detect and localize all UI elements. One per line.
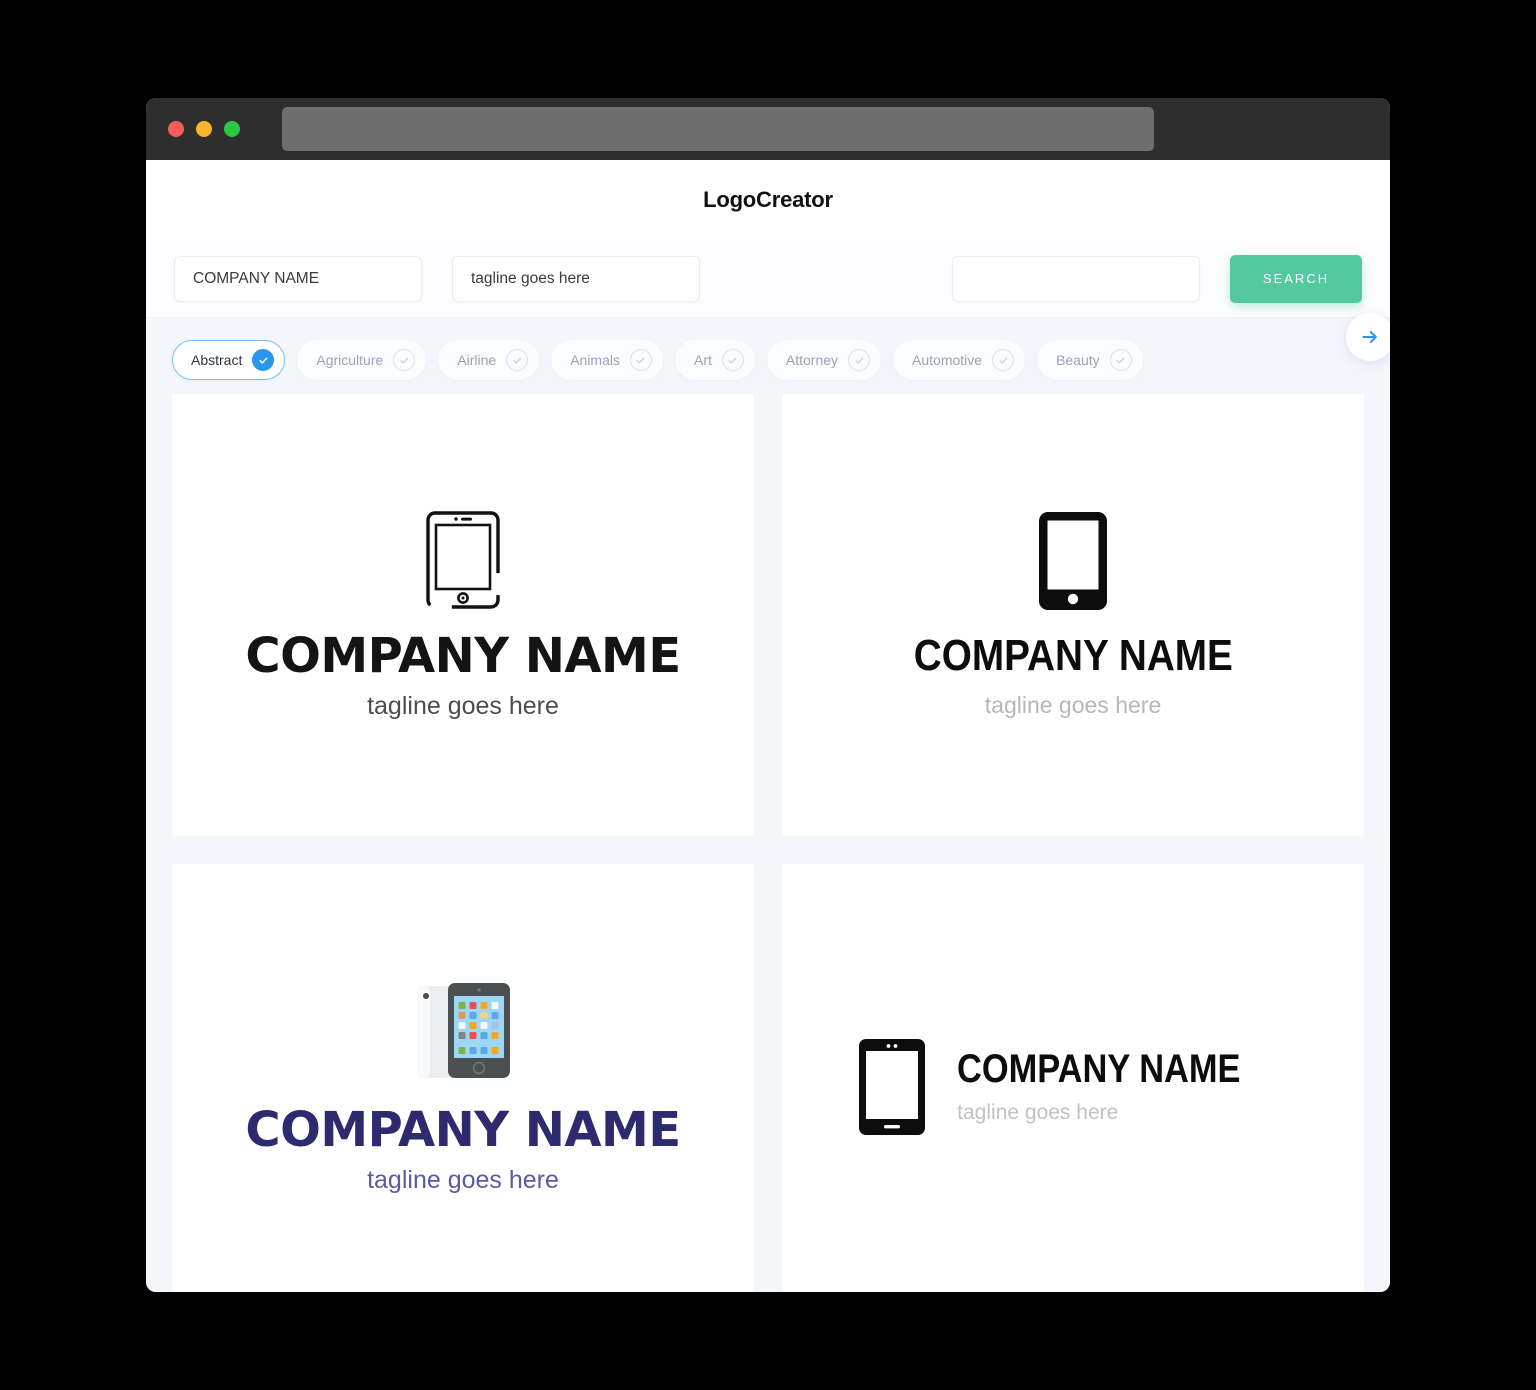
logo-company-name: COMPANY NAME [245, 1101, 681, 1158]
app-header: LogoCreator [146, 160, 1390, 240]
category-pill-art[interactable]: Art [674, 340, 755, 380]
search-toolbar: COMPANY NAME tagline goes here SEARCH [146, 240, 1390, 318]
category-pill-agriculture[interactable]: Agriculture [297, 340, 427, 380]
tablet-solid-bar-icon [859, 1039, 926, 1135]
browser-window: LogoCreator COMPANY NAME tagline goes he… [146, 98, 1390, 1292]
category-pill-attorney[interactable]: Attorney [766, 340, 882, 380]
check-circle-icon [393, 349, 416, 371]
logo-card[interactable]: COMPANY NAME tagline goes here [782, 394, 1364, 836]
check-circle-icon [992, 349, 1015, 371]
tagline-value: tagline goes here [471, 269, 590, 287]
category-pill-airline[interactable]: Airline [438, 340, 540, 380]
tagline-input[interactable]: tagline goes here [452, 255, 700, 302]
categories-next-button[interactable] [1346, 313, 1390, 361]
browser-titlebar [146, 98, 1390, 160]
logo-tagline: tagline goes here [957, 1101, 1119, 1124]
window-controls [168, 121, 240, 137]
logo-company-name: COMPANY NAME [913, 630, 1233, 680]
category-pill-label: Abstract [191, 352, 243, 368]
logo-card[interactable]: COMPANY NAME tagline goes here [172, 394, 754, 836]
category-pill-label: Agriculture [316, 352, 384, 368]
logo-company-name: COMPANY NAME [245, 627, 681, 684]
logo-text-block: COMPANY NAME tagline goes here [892, 610, 1255, 719]
brand-title: LogoCreator [703, 187, 833, 212]
logo-text-block: COMPANY NAME tagline goes here [245, 610, 681, 721]
arrow-right-icon [1362, 331, 1377, 343]
logo-preview: COMPANY NAME tagline goes here [245, 980, 681, 1195]
category-pill-label: Art [693, 352, 712, 368]
category-pill-label: Airline [457, 352, 497, 368]
check-circle-icon [721, 349, 744, 371]
close-window-button[interactable] [168, 121, 184, 137]
url-input[interactable] [282, 107, 1154, 151]
category-pill-animals[interactable]: Animals [551, 340, 663, 380]
tablet-outline-icon [426, 510, 500, 609]
logo-results-grid: COMPANY NAME tagline goes here COMPANY N… [146, 394, 1390, 1292]
category-pill-label: Animals [570, 352, 620, 368]
category-pill-label: Automotive [912, 352, 983, 368]
logo-company-name: COMPANY NAME [957, 1047, 1241, 1091]
tablet-color-apps-icon [416, 982, 510, 1078]
logo-preview: COMPANY NAME tagline goes here [245, 510, 681, 721]
category-filter-bar: Abstract Agriculture Airline Animals Art Atto… [146, 313, 1390, 394]
logo-text-block: COMPANY NAME tagline goes here [957, 1049, 1287, 1125]
maximize-window-button[interactable] [224, 121, 240, 137]
tablet-solid-icon [1039, 511, 1107, 610]
logo-card[interactable]: COMPANY NAME tagline goes here [782, 864, 1364, 1292]
company-name-input[interactable]: COMPANY NAME [174, 255, 422, 302]
logo-preview: COMPANY NAME tagline goes here [859, 1039, 1287, 1135]
category-pill-abstract[interactable]: Abstract [172, 340, 286, 380]
minimize-window-button[interactable] [196, 121, 212, 137]
category-pill-label: Beauty [1056, 352, 1100, 368]
check-circle-icon [252, 349, 275, 371]
check-circle-icon [629, 349, 652, 371]
search-button[interactable]: SEARCH [1230, 254, 1362, 303]
logo-tagline: tagline goes here [367, 691, 559, 720]
logo-tagline: tagline goes here [367, 1165, 559, 1194]
keyword-input[interactable] [952, 255, 1200, 302]
logo-tagline: tagline goes here [984, 691, 1162, 718]
category-pill-list: Abstract Agriculture Airline Animals Art Atto… [172, 340, 1364, 380]
logo-card[interactable]: COMPANY NAME tagline goes here [172, 864, 754, 1292]
check-circle-icon [1109, 349, 1132, 371]
check-circle-icon [506, 349, 529, 371]
category-pill-beauty[interactable]: Beauty [1037, 340, 1143, 380]
category-pill-automotive[interactable]: Automotive [893, 340, 1026, 380]
company-name-value: COMPANY NAME [193, 269, 320, 287]
check-circle-icon [848, 349, 871, 371]
logo-text-block: COMPANY NAME tagline goes here [245, 1084, 681, 1195]
category-pill-label: Attorney [785, 352, 839, 368]
logo-preview: COMPANY NAME tagline goes here [892, 511, 1255, 719]
